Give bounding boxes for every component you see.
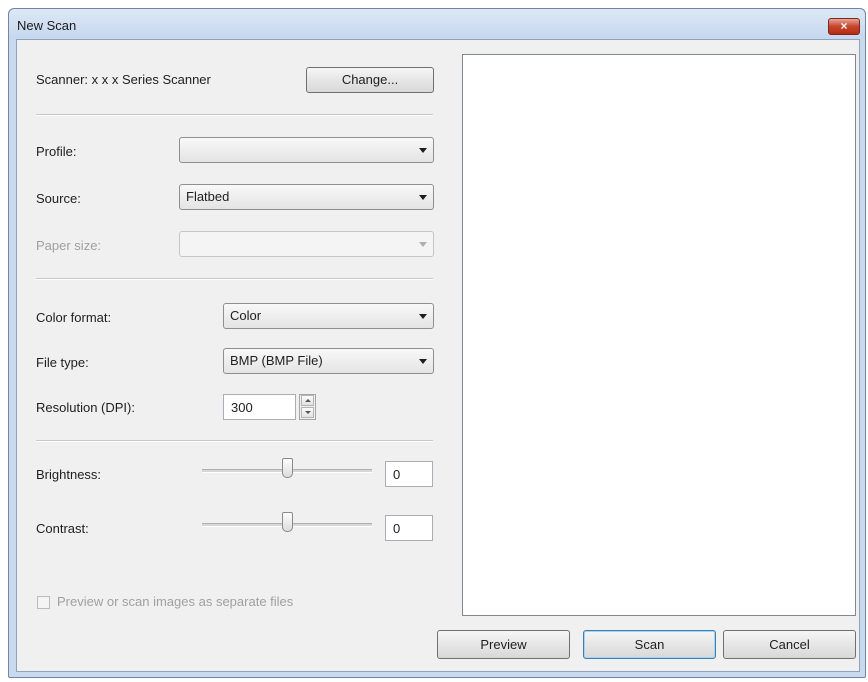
arrow-up-icon bbox=[305, 399, 311, 402]
scan-button-label: Scan bbox=[634, 637, 665, 652]
file-type-dropdown[interactable]: BMP (BMP File) bbox=[223, 348, 434, 374]
preview-button-label: Preview bbox=[480, 637, 527, 652]
profile-label: Profile: bbox=[36, 144, 77, 159]
new-scan-dialog: New Scan × Scanner: x x x Series Scanner… bbox=[8, 8, 866, 678]
chevron-down-icon bbox=[419, 314, 427, 319]
arrow-down-icon bbox=[305, 411, 311, 414]
color-format-label: Color format: bbox=[36, 310, 112, 325]
cancel-button-label: Cancel bbox=[769, 637, 810, 652]
title-bar[interactable]: New Scan × bbox=[9, 9, 865, 39]
source-dropdown[interactable]: Flatbed bbox=[179, 184, 434, 210]
preview-area bbox=[462, 54, 856, 616]
resolution-spinner[interactable] bbox=[299, 394, 316, 420]
window-title: New Scan bbox=[17, 18, 77, 33]
spin-up-button[interactable] bbox=[301, 395, 314, 406]
color-format-dropdown[interactable]: Color bbox=[223, 303, 434, 329]
separate-files-label: Preview or scan images as separate files bbox=[57, 594, 294, 609]
dialog-body: Scanner: x x x Series Scanner Change... … bbox=[16, 39, 860, 672]
paper-size-label: Paper size: bbox=[36, 238, 102, 253]
color-format-value: Color bbox=[230, 308, 262, 323]
file-type-value: BMP (BMP File) bbox=[230, 353, 323, 368]
profile-dropdown[interactable] bbox=[179, 137, 434, 163]
separator bbox=[36, 278, 433, 280]
separator bbox=[36, 440, 433, 442]
source-value: Flatbed bbox=[186, 189, 230, 204]
change-scanner-button[interactable]: Change... bbox=[306, 67, 434, 93]
resolution-value: 300 bbox=[231, 400, 253, 415]
cancel-button[interactable]: Cancel bbox=[723, 630, 856, 659]
source-label: Source: bbox=[36, 191, 81, 206]
scan-button[interactable]: Scan bbox=[583, 630, 716, 659]
file-type-label: File type: bbox=[36, 355, 89, 370]
brightness-slider[interactable] bbox=[202, 458, 372, 482]
separator bbox=[36, 114, 433, 116]
brightness-input[interactable]: 0 bbox=[385, 461, 433, 487]
chevron-down-icon bbox=[419, 359, 427, 364]
slider-thumb[interactable] bbox=[282, 512, 293, 532]
brightness-value: 0 bbox=[393, 467, 401, 482]
contrast-value: 0 bbox=[393, 521, 401, 536]
preview-button[interactable]: Preview bbox=[437, 630, 570, 659]
brightness-label: Brightness: bbox=[36, 467, 102, 482]
scanner-label: Scanner: x x x Series Scanner bbox=[36, 72, 211, 87]
slider-thumb[interactable] bbox=[282, 458, 293, 478]
change-button-label: Change... bbox=[341, 72, 399, 87]
contrast-input[interactable]: 0 bbox=[385, 515, 433, 541]
paper-size-dropdown bbox=[179, 231, 434, 257]
close-icon: × bbox=[840, 19, 848, 33]
chevron-down-icon bbox=[419, 242, 427, 247]
chevron-down-icon bbox=[419, 148, 427, 153]
contrast-slider[interactable] bbox=[202, 512, 372, 536]
chevron-down-icon bbox=[419, 195, 427, 200]
spin-down-button[interactable] bbox=[301, 407, 314, 418]
close-button[interactable]: × bbox=[828, 18, 860, 35]
resolution-input[interactable]: 300 bbox=[223, 394, 296, 420]
separate-files-checkbox[interactable] bbox=[37, 596, 50, 609]
resolution-label: Resolution (DPI): bbox=[36, 400, 135, 415]
contrast-label: Contrast: bbox=[36, 521, 89, 536]
